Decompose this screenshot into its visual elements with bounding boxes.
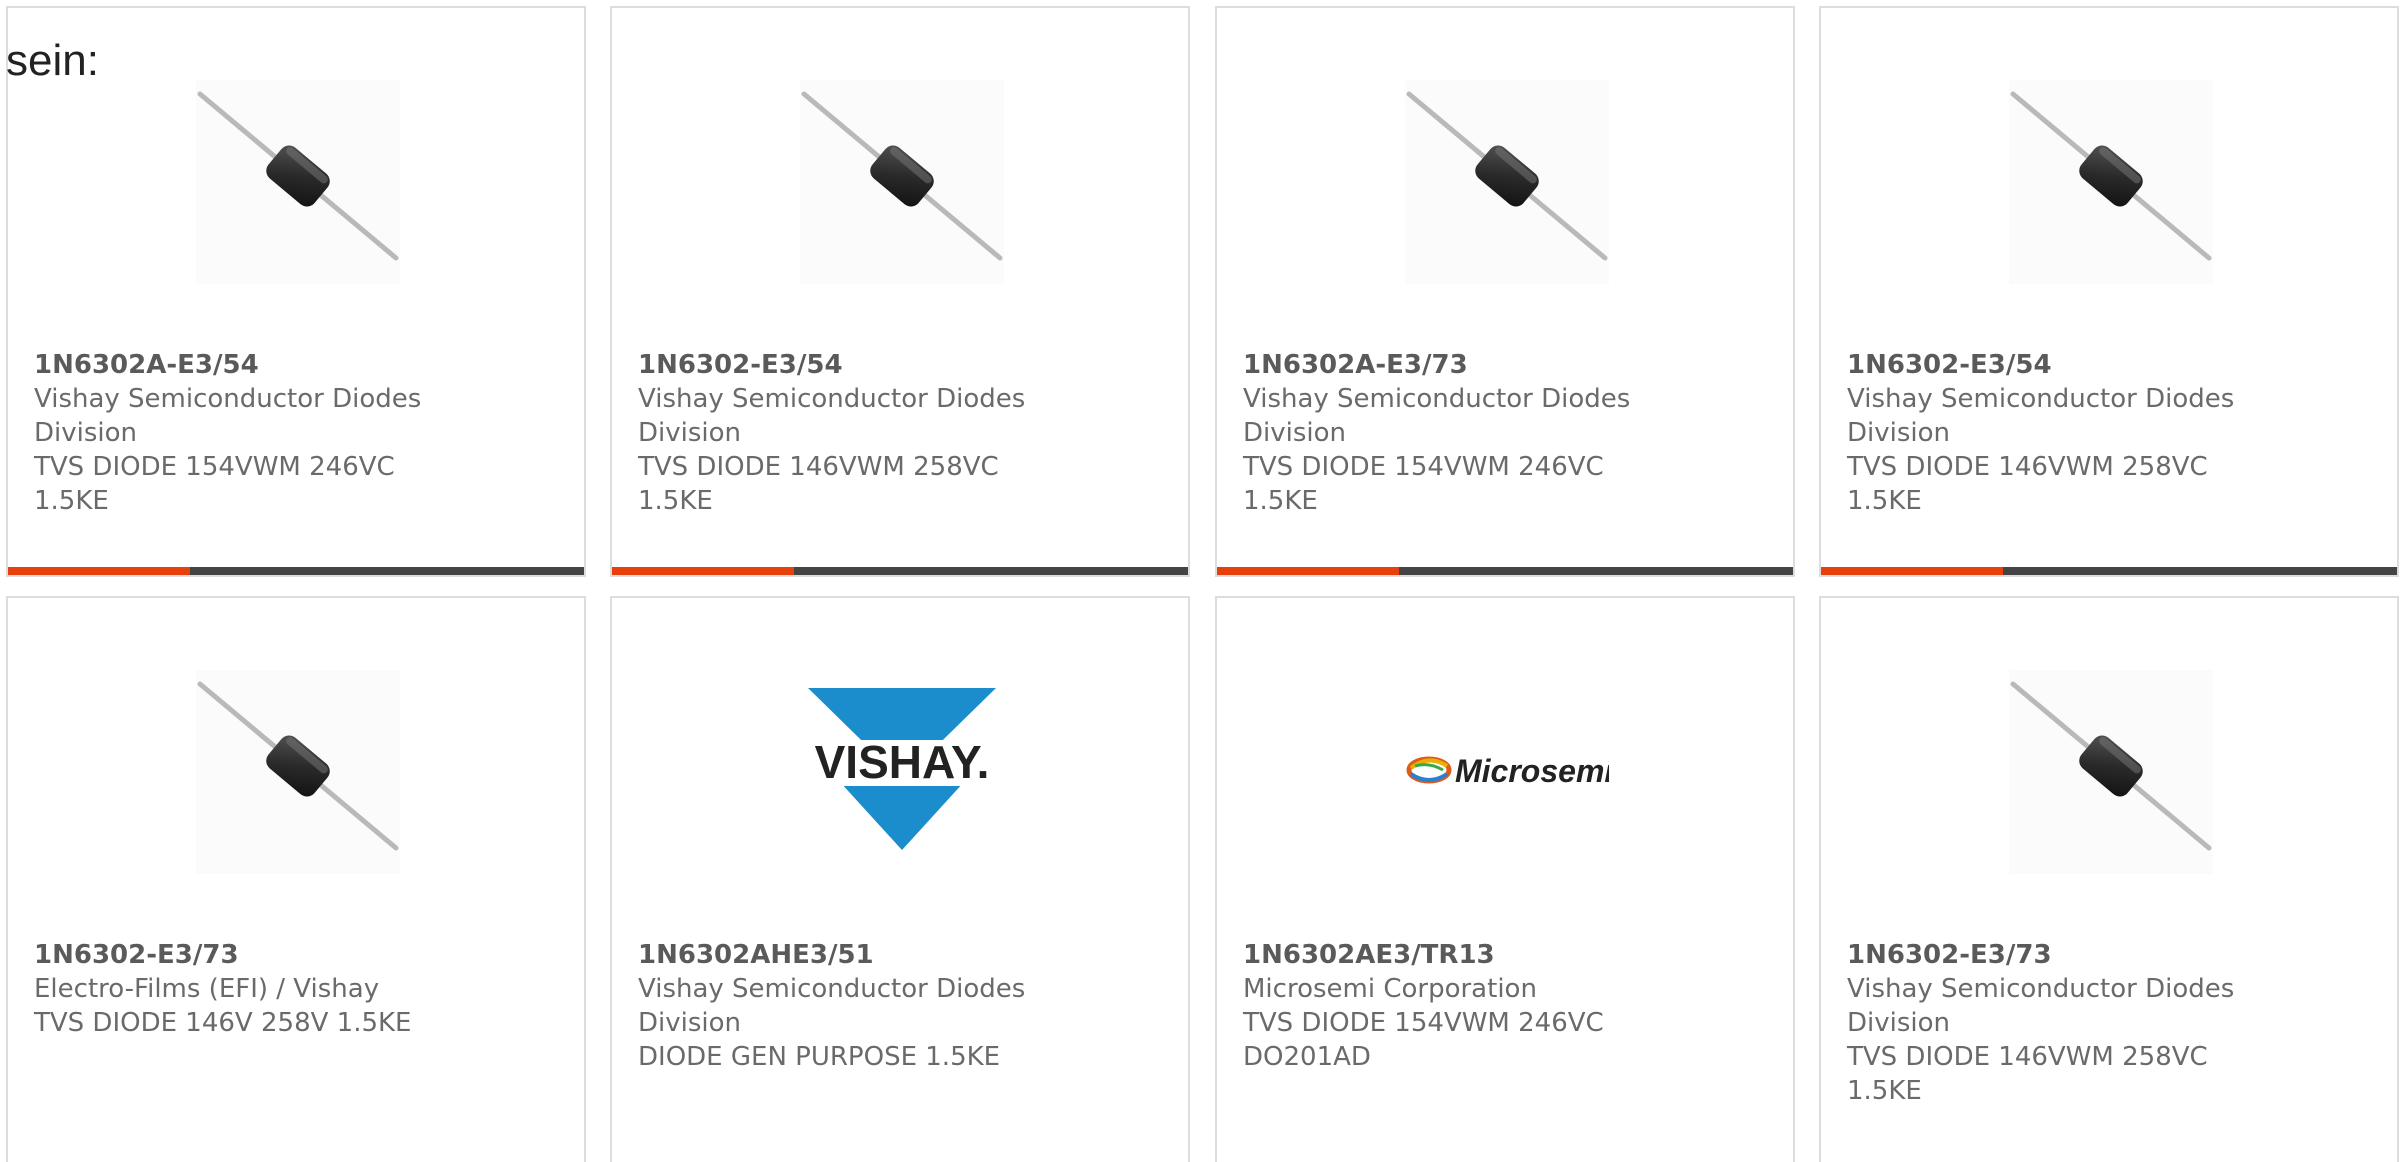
product-image[interactable]: VISHAY. <box>800 670 1004 874</box>
accent-bar <box>1821 567 2003 575</box>
manufacturer: Microsemi Corporation <box>1243 974 1537 1004</box>
description: DIODE GEN PURPOSE 1.5KE <box>638 1042 1001 1072</box>
description: TVS DIODE 146V 258V 1.5KE <box>34 1008 412 1038</box>
product-image[interactable] <box>196 670 400 874</box>
product-image[interactable] <box>196 80 400 284</box>
product-card[interactable]: 1N6302-E3/73 Vishay Semiconductor Diodes… <box>1819 596 2399 1162</box>
product-info: 1N6302-E3/73 Vishay Semiconductor Diodes… <box>1847 938 2247 1108</box>
microsemi-logo-text: Microsemi <box>1455 753 1609 789</box>
product-card[interactable]: VISHAY. 1N6302AHE3/51 Vishay Semiconduct… <box>610 596 1190 1162</box>
product-image[interactable]: Microsemi <box>1405 670 1609 874</box>
manufacturer: Vishay Semiconductor Diodes Division <box>638 974 1026 1038</box>
description: TVS DIODE 154VWM 246VC DO201AD <box>1243 1008 1604 1072</box>
microsemi-logo: Microsemi <box>1406 753 1609 789</box>
diode-icon <box>1406 91 1608 261</box>
product-card[interactable]: 1N6302-E3/54 Vishay Semiconductor Diodes… <box>610 6 1190 577</box>
description: TVS DIODE 154VWM 246VC 1.5KE <box>34 452 395 516</box>
card-footer-bar <box>1217 567 1793 575</box>
product-image[interactable] <box>1405 80 1609 284</box>
accent-bar <box>612 567 794 575</box>
product-info: 1N6302-E3/54 Vishay Semiconductor Diodes… <box>1847 348 2247 518</box>
diode-icon <box>2010 681 2212 851</box>
vishay-logo: VISHAY. <box>800 688 1004 850</box>
part-number[interactable]: 1N6302-E3/54 <box>1847 348 2247 382</box>
card-footer-bar <box>8 567 584 575</box>
part-number[interactable]: 1N6302-E3/73 <box>1847 938 2247 972</box>
diode-icon <box>801 91 1003 261</box>
product-info: 1N6302-E3/73 Electro-Films (EFI) / Visha… <box>34 938 434 1040</box>
product-info: 1N6302A-E3/54 Vishay Semiconductor Diode… <box>34 348 434 518</box>
intro-text: sein: <box>6 36 99 85</box>
vishay-logo-text: VISHAY. <box>815 736 990 788</box>
manufacturer: Vishay Semiconductor Diodes Division <box>1847 384 2235 448</box>
product-card[interactable]: 1N6302-E3/54 Vishay Semiconductor Diodes… <box>1819 6 2399 577</box>
diode-icon <box>2010 91 2212 261</box>
manufacturer: Vishay Semiconductor Diodes Division <box>1847 974 2235 1038</box>
product-image[interactable] <box>2009 80 2213 284</box>
product-image[interactable] <box>2009 670 2213 874</box>
diode-icon <box>197 681 399 851</box>
product-grid: 1N6302A-E3/54 Vishay Semiconductor Diode… <box>0 0 2400 1162</box>
manufacturer: Vishay Semiconductor Diodes Division <box>34 384 422 448</box>
card-footer-bar <box>612 567 1188 575</box>
product-image[interactable] <box>800 80 1004 284</box>
description: TVS DIODE 146VWM 258VC 1.5KE <box>638 452 999 516</box>
card-footer-bar <box>1821 567 2397 575</box>
diode-icon <box>197 91 399 261</box>
manufacturer: Electro-Films (EFI) / Vishay <box>34 974 380 1004</box>
manufacturer: Vishay Semiconductor Diodes Division <box>1243 384 1631 448</box>
product-card[interactable]: Microsemi 1N6302AE3/TR13 Microsemi Corpo… <box>1215 596 1795 1162</box>
part-number[interactable]: 1N6302A-E3/54 <box>34 348 434 382</box>
description: TVS DIODE 146VWM 258VC 1.5KE <box>1847 452 2208 516</box>
accent-bar <box>8 567 190 575</box>
description: TVS DIODE 146VWM 258VC 1.5KE <box>1847 1042 2208 1106</box>
part-number[interactable]: 1N6302-E3/54 <box>638 348 1038 382</box>
part-number[interactable]: 1N6302-E3/73 <box>34 938 434 972</box>
product-info: 1N6302AHE3/51 Vishay Semiconductor Diode… <box>638 938 1038 1074</box>
part-number[interactable]: 1N6302A-E3/73 <box>1243 348 1643 382</box>
product-card[interactable]: 1N6302A-E3/54 Vishay Semiconductor Diode… <box>6 6 586 577</box>
product-info: 1N6302-E3/54 Vishay Semiconductor Diodes… <box>638 348 1038 518</box>
manufacturer: Vishay Semiconductor Diodes Division <box>638 384 1026 448</box>
product-info: 1N6302A-E3/73 Vishay Semiconductor Diode… <box>1243 348 1643 518</box>
accent-bar <box>1217 567 1399 575</box>
product-info: 1N6302AE3/TR13 Microsemi Corporation TVS… <box>1243 938 1643 1074</box>
description: TVS DIODE 154VWM 246VC 1.5KE <box>1243 452 1604 516</box>
product-card[interactable]: 1N6302-E3/73 Electro-Films (EFI) / Visha… <box>6 596 586 1162</box>
part-number[interactable]: 1N6302AHE3/51 <box>638 938 1038 972</box>
part-number[interactable]: 1N6302AE3/TR13 <box>1243 938 1643 972</box>
product-card[interactable]: 1N6302A-E3/73 Vishay Semiconductor Diode… <box>1215 6 1795 577</box>
